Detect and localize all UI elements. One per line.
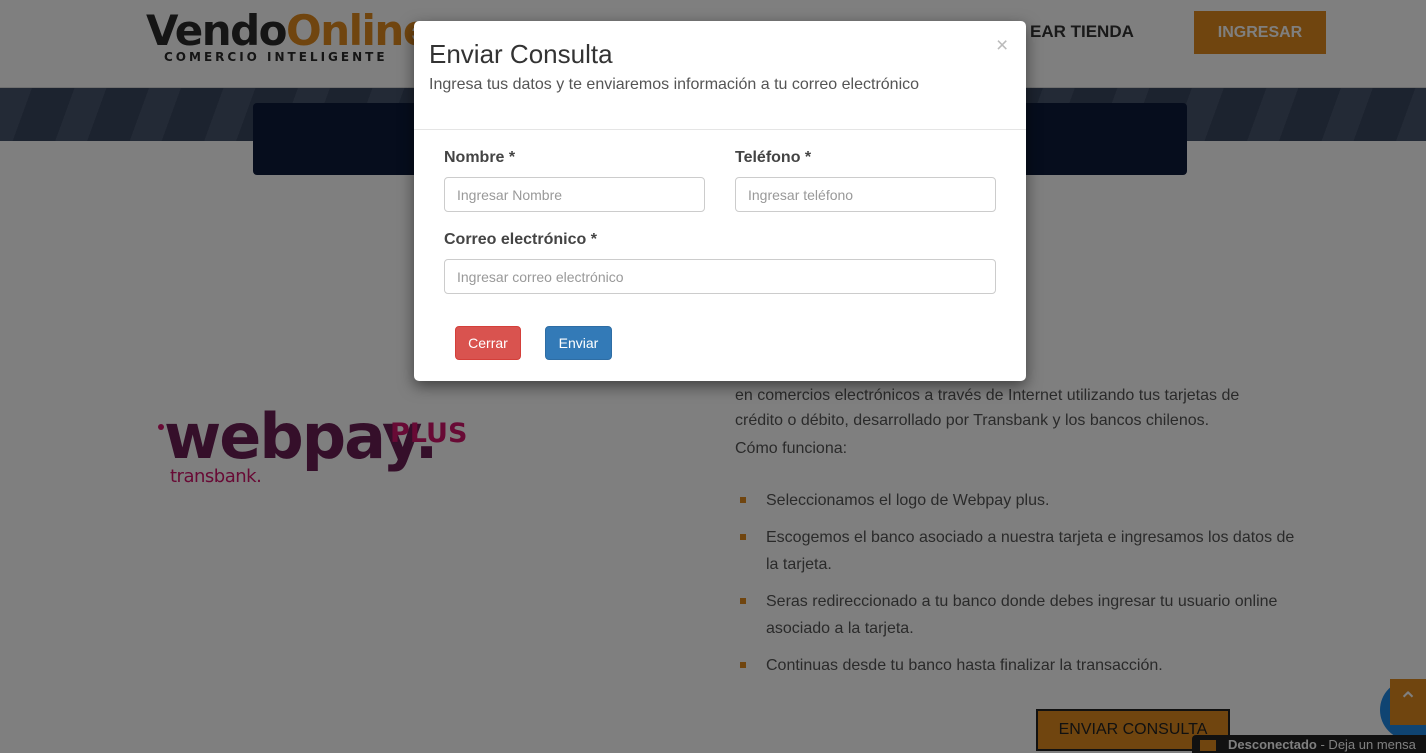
close-icon[interactable]: × xyxy=(996,35,1008,56)
modal-subtitle: Ingresa tus datos y te enviaremos inform… xyxy=(429,76,920,93)
email-input[interactable] xyxy=(444,259,996,294)
submit-button[interactable]: Enviar xyxy=(545,326,612,360)
enviar-consulta-modal: Enviar Consulta Ingresa tus datos y te e… xyxy=(414,21,1026,381)
modal-header: Enviar Consulta Ingresa tus datos y te e… xyxy=(414,21,1026,130)
name-input[interactable] xyxy=(444,177,705,212)
phone-label: Teléfono * xyxy=(735,149,812,166)
name-label: Nombre * xyxy=(444,149,516,166)
email-label: Correo electrónico * xyxy=(444,231,597,248)
modal-title: Enviar Consulta xyxy=(429,39,613,69)
cancel-button[interactable]: Cerrar xyxy=(455,326,521,360)
phone-input[interactable] xyxy=(735,177,996,212)
